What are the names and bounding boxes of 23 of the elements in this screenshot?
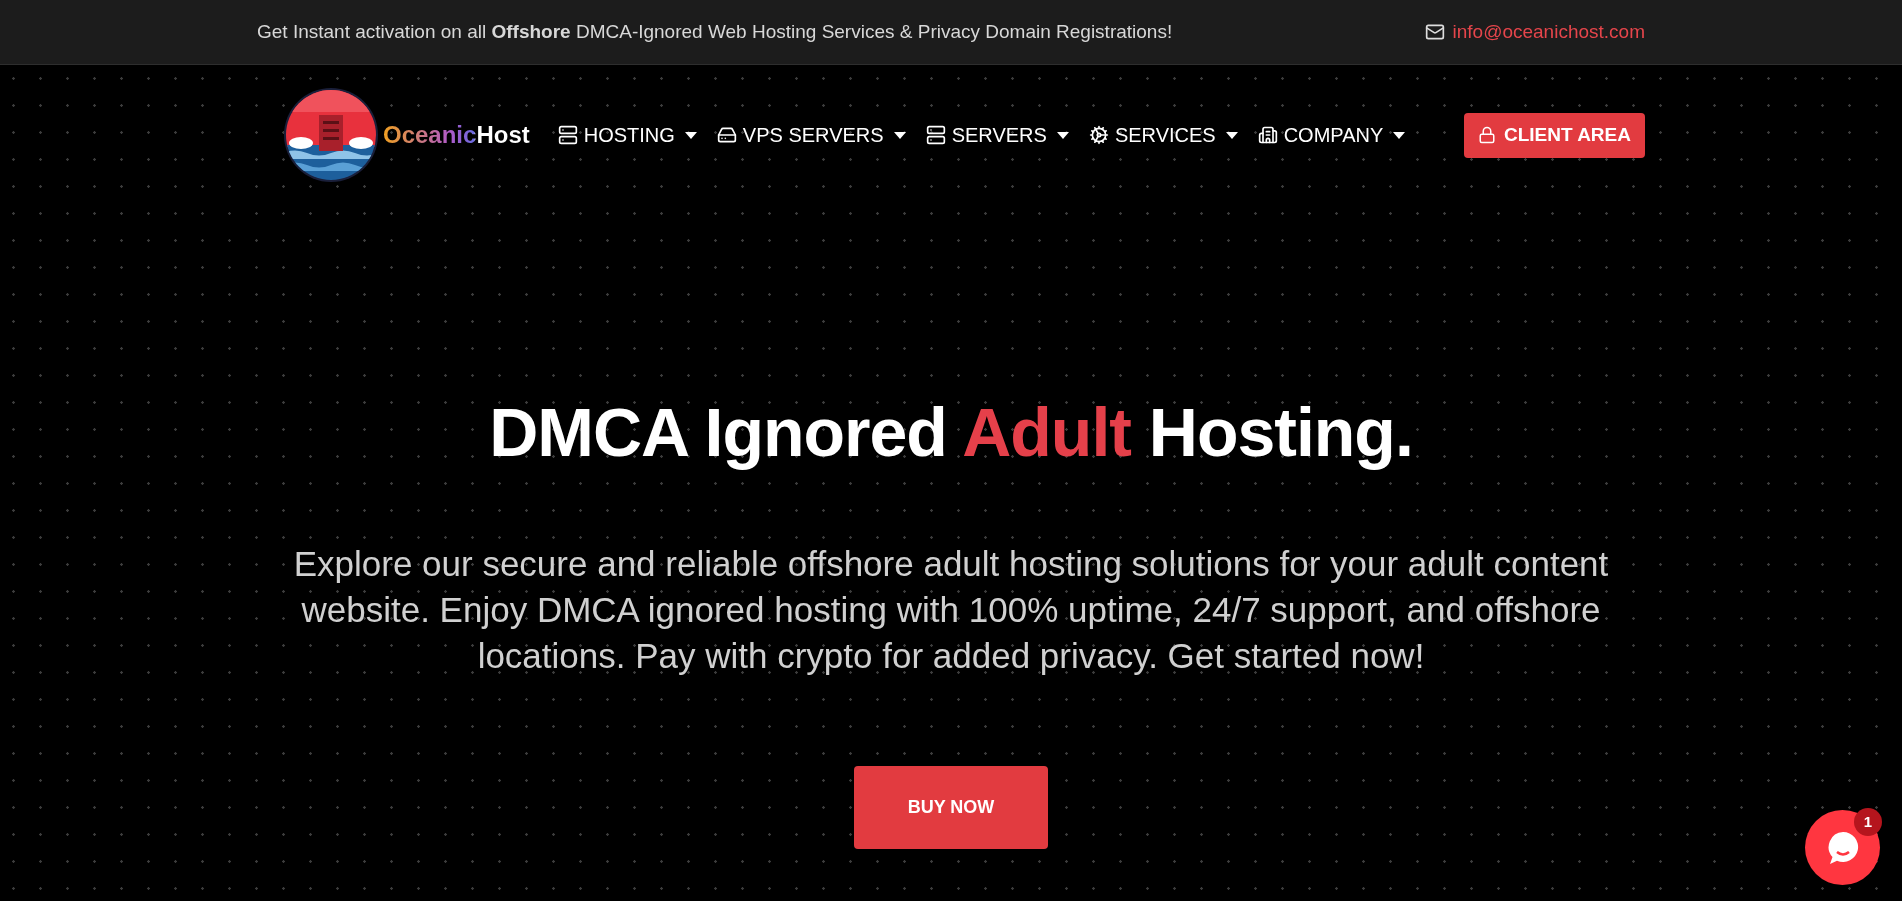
gear-icon <box>1088 125 1109 145</box>
hard-drive-icon <box>716 125 737 145</box>
caret-icon <box>684 131 697 139</box>
nav-menu-item[interactable]: SERVERS <box>925 120 1069 150</box>
caret-icon <box>1056 131 1069 139</box>
logo-icon[interactable] <box>283 87 379 183</box>
client-area-button[interactable]: CLIENT AREA <box>1463 112 1645 158</box>
nav-menu-item[interactable]: COMPANY <box>1257 120 1406 150</box>
lock-icon <box>1477 126 1496 144</box>
hero-description: Explore our secure and reliable offshore adult hosting solutions for your adult content website. Enjoy DMCA ignored hosting with 100% uptime, 24/7 support, and offshore locations. Pay with crypto for added privacy. Get started now! <box>292 543 1610 677</box>
nav-menu-item[interactable]: VPS SERVERS <box>716 120 906 150</box>
nav-menu-item[interactable]: SERVICES <box>1088 120 1238 150</box>
nav-menu-item[interactable]: HOSTING <box>557 120 697 150</box>
server-icon <box>925 125 946 145</box>
email-link[interactable]: info@oceanichost.com <box>1452 17 1645 47</box>
server-icon <box>557 125 578 145</box>
caret-icon <box>1225 131 1238 139</box>
building-icon <box>1257 125 1278 145</box>
mail-icon <box>1424 22 1445 42</box>
announcement-text: Get Instant activation on all Offshore DMCA-Ignored Web Hosting Services & Privacy Domain Registrations! <box>257 19 1173 44</box>
caret-icon <box>893 131 906 139</box>
caret-icon <box>1393 131 1406 139</box>
buy-now-button[interactable]: BUY NOW <box>854 766 1048 849</box>
